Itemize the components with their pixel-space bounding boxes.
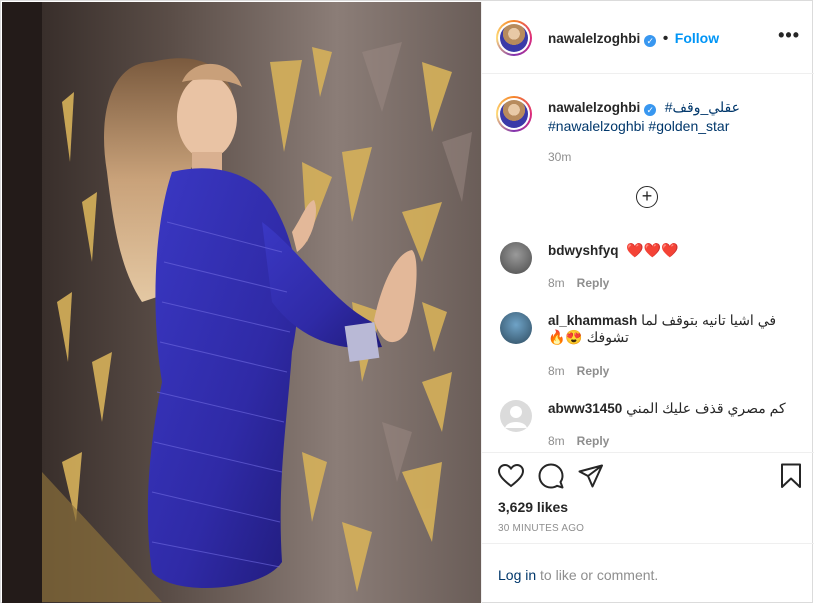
load-more-comments-button[interactable]: +	[636, 186, 658, 208]
caption-hashtags[interactable]: #nawalelzoghbi #golden_star	[548, 118, 729, 134]
caption-hashtag-arabic[interactable]: #عقلي_وقف	[665, 99, 740, 115]
separator-dot: •	[662, 30, 669, 47]
post-photo[interactable]	[2, 2, 481, 603]
reply-button[interactable]: Reply	[577, 364, 610, 378]
commenter-avatar[interactable]	[500, 312, 532, 344]
comment-meta: 8m Reply	[548, 276, 609, 290]
likes-count[interactable]: 3,629 likes	[498, 499, 568, 515]
photo-illustration	[2, 2, 481, 603]
reply-button[interactable]: Reply	[577, 276, 610, 290]
caption-time[interactable]: 30m	[548, 150, 571, 164]
post-timestamp[interactable]: 30 MINUTES AGO	[498, 523, 584, 534]
more-dots-icon[interactable]: •••	[778, 26, 800, 44]
default-avatar-icon	[505, 406, 527, 428]
action-bar	[482, 452, 814, 453]
comment-icon[interactable]	[538, 463, 564, 489]
reply-button[interactable]: Reply	[577, 434, 610, 448]
post-side-panel: nawalelzoghbi ✓ • Follow ••• nawalelzoghb…	[481, 2, 814, 603]
caption-avatar[interactable]	[496, 96, 532, 132]
caption-username[interactable]: nawalelzoghbi	[548, 100, 640, 115]
post-header: nawalelzoghbi ✓ • Follow •••	[482, 2, 814, 74]
author-username[interactable]: nawalelzoghbi	[548, 31, 640, 46]
author-line: nawalelzoghbi ✓ • Follow	[548, 30, 719, 48]
commenter-avatar[interactable]	[500, 400, 532, 432]
post-dialog: nawalelzoghbi ✓ • Follow ••• nawalelzoghb…	[0, 0, 814, 603]
comment-text: كم مصري قذف عليك المني	[626, 400, 786, 416]
comment-username[interactable]: al_khammash	[548, 313, 637, 328]
share-icon[interactable]	[578, 464, 604, 488]
heart-icon[interactable]	[498, 464, 524, 488]
login-link[interactable]: Log in	[498, 567, 536, 583]
verified-badge-icon: ✓	[644, 35, 657, 47]
commenter-avatar[interactable]	[500, 242, 532, 274]
author-avatar[interactable]	[496, 20, 532, 56]
comment-username[interactable]: abww31450	[548, 401, 622, 416]
login-prompt-text: to like or comment.	[536, 567, 659, 583]
follow-button[interactable]: Follow	[675, 30, 719, 46]
comment-time[interactable]: 8m	[548, 434, 565, 448]
comment-text: ❤️❤️❤️	[626, 242, 679, 258]
comment-username[interactable]: bdwyshfyq	[548, 243, 619, 258]
bookmark-icon[interactable]	[780, 463, 802, 489]
comment-meta: 8m Reply	[548, 364, 609, 378]
comment-time[interactable]: 8m	[548, 276, 565, 290]
caption-header: nawalelzoghbi ✓ #عقلي_وقف	[548, 99, 740, 117]
login-prompt: Log in to like or comment.	[482, 543, 814, 603]
verified-badge-icon: ✓	[644, 104, 657, 116]
comment-time[interactable]: 8m	[548, 364, 565, 378]
comment-meta: 8m Reply	[548, 434, 609, 448]
